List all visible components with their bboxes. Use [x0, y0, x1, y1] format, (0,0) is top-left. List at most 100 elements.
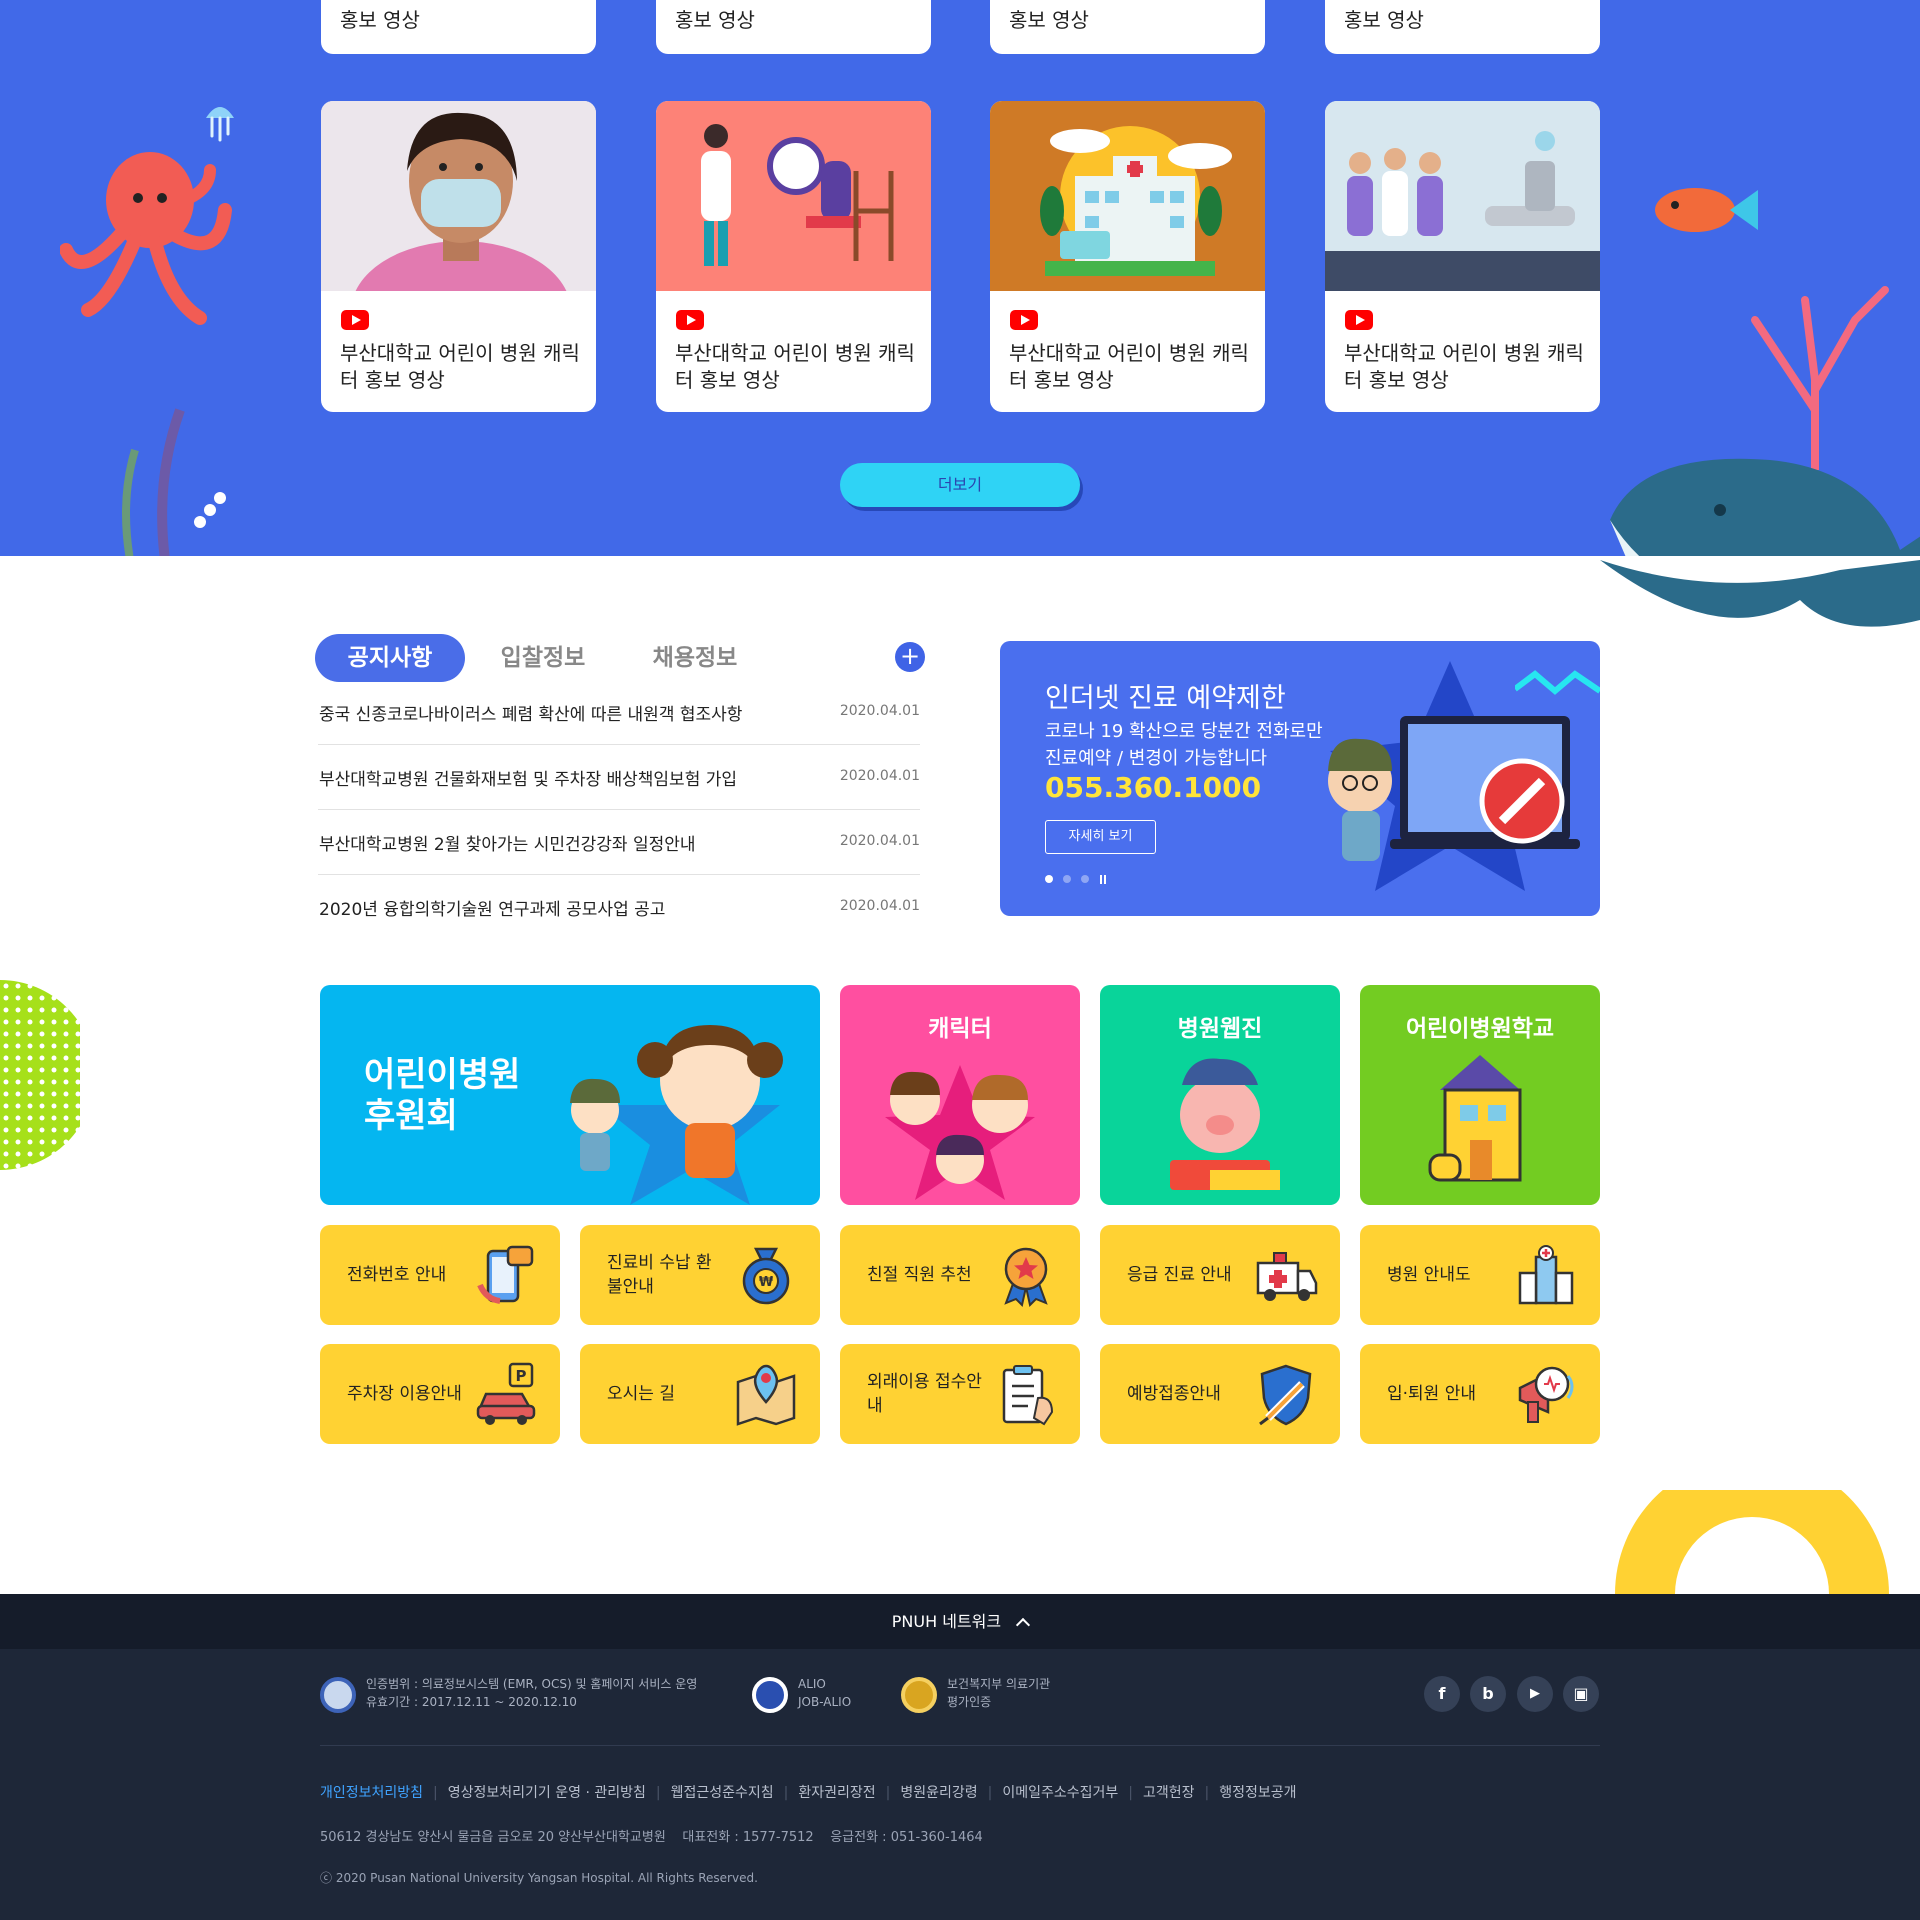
- gold-seal-icon: [901, 1677, 937, 1713]
- youtube-icon: [341, 310, 369, 330]
- pause-icon[interactable]: [1100, 875, 1108, 884]
- banner-desc-line: 진료예약 / 변경이 가능합니다: [1045, 748, 1267, 769]
- ring-decoration: [1615, 1490, 1889, 1594]
- video-card[interactable]: 홍보 영상: [1325, 0, 1600, 54]
- whale-illustration: [1610, 458, 1920, 556]
- privacy-policy-link[interactable]: 개인정보처리방침: [320, 1785, 423, 1801]
- video-card[interactable]: 홍보 영상: [321, 0, 596, 54]
- quick-tile-label: 친절 직원 추천: [867, 1265, 972, 1285]
- footer-copyright: ⓒ 2020 Pusan National University Yangsan…: [320, 1871, 758, 1885]
- sponsor-label-line: 후원회: [364, 1096, 458, 1136]
- cctv-policy-link[interactable]: 영상정보처리기기 운영 · 관리방침: [448, 1785, 646, 1801]
- video-card[interactable]: 홍보 영상: [990, 0, 1265, 54]
- seaweed-illustration: [122, 408, 226, 556]
- cert-text-line: ALIO: [798, 1677, 826, 1691]
- quick-tile-outpatient[interactable]: 외래이용 접수안내: [840, 1344, 1080, 1444]
- video-thumbnail-medical-staff: [1325, 101, 1600, 291]
- video-card-title: 홍보 영상: [1344, 8, 1424, 32]
- ethics-link[interactable]: 병원윤리강령: [900, 1785, 977, 1801]
- accessibility-link[interactable]: 웹접근성준수지침: [671, 1785, 774, 1801]
- ambulance-icon: [1256, 1252, 1318, 1301]
- banner-dot[interactable]: [1045, 875, 1053, 883]
- news-title: 부산대학교병원 건물화재보험 및 주차장 배상책임보험 가입: [319, 770, 738, 790]
- vaccine-shield-icon: [1259, 1364, 1312, 1426]
- video-card[interactable]: 부산대학교 어린이 병원 캐릭터 홍보 영상: [1325, 101, 1600, 412]
- video-card[interactable]: 부산대학교 어린이 병원 캐릭터 홍보 영상: [656, 101, 931, 412]
- video-card[interactable]: 부산대학교 어린이 병원 캐릭터 홍보 영상: [990, 101, 1265, 412]
- tab-bidding[interactable]: 입찰정보: [478, 634, 608, 682]
- quick-tile-parking[interactable]: 주차장 이용안내 P: [320, 1344, 560, 1444]
- patient-rights-link[interactable]: 환자권리장전: [798, 1785, 875, 1801]
- quick-tile-payment[interactable]: 진료비 수납 환불안내 ₩: [580, 1225, 820, 1325]
- banner-description: 코로나 19 확산으로 당분간 전화로만 진료예약 / 변경이 가능합니다: [1045, 718, 1345, 772]
- hospital-building-icon: [1518, 1245, 1574, 1305]
- banner-title: 인더넷 진료 예약제한: [1045, 683, 1286, 714]
- cert-text: 보건복지부 의료기관 평가인증: [947, 1675, 1050, 1711]
- news-more-plus-button[interactable]: +: [895, 642, 925, 672]
- video-card[interactable]: 부산대학교 어린이 병원 캐릭터 홍보 영상: [321, 101, 596, 412]
- footer-divider: [320, 1745, 1600, 1746]
- cert-text-line: 보건복지부 의료기관: [947, 1677, 1051, 1691]
- quick-tile-label: 전화번호 안내: [347, 1265, 447, 1285]
- video-card-title: 홍보 영상: [1009, 8, 1089, 32]
- sponsor-tile[interactable]: 어린이병원 후원회: [320, 985, 820, 1205]
- quick-tile-admission[interactable]: 입·퇴원 안내: [1360, 1344, 1600, 1444]
- network-label: PNUH 네트워크: [891, 1612, 1002, 1631]
- network-toggle-bar[interactable]: PNUH 네트워크: [0, 1594, 1920, 1649]
- news-list-item[interactable]: 중국 신종코로나바이러스 폐렴 확산에 따른 내원객 협조사항 2020.04.…: [318, 680, 920, 745]
- character-tile[interactable]: 캐릭터: [840, 985, 1080, 1205]
- public-info-link[interactable]: 행정정보공개: [1219, 1785, 1296, 1801]
- facebook-icon[interactable]: f: [1424, 1676, 1460, 1712]
- customer-charter-link[interactable]: 고객헌장: [1143, 1785, 1195, 1801]
- video-card-title: 부산대학교 어린이 병원 캐릭터 홍보 영상: [1344, 341, 1584, 392]
- news-title: 2020년 융합의학기술원 연구과제 공모사업 공고: [319, 900, 666, 920]
- map-pin-icon: [736, 1364, 796, 1426]
- post-icon[interactable]: ▣: [1563, 1676, 1599, 1712]
- whale-tail-decoration: [1600, 560, 1920, 627]
- news-list: 중국 신종코로나바이러스 폐렴 확산에 따른 내원객 협조사항 2020.04.…: [318, 680, 920, 940]
- banner-dot[interactable]: [1063, 875, 1071, 883]
- video-card[interactable]: 홍보 영상: [656, 0, 931, 54]
- cert-text: ALIO JOB-ALIO: [798, 1675, 851, 1711]
- video-thumbnail-masked-woman: [321, 101, 596, 291]
- link-separator: |: [987, 1785, 993, 1801]
- quick-tile-label: 주차장 이용안내: [347, 1384, 462, 1404]
- youtube-icon[interactable]: ▶: [1517, 1676, 1553, 1712]
- quick-tile-recommend[interactable]: 친절 직원 추천: [840, 1225, 1080, 1325]
- news-list-item[interactable]: 부산대학교병원 2월 찾아가는 시민건강강좌 일정안내 2020.04.01: [318, 810, 920, 875]
- link-separator: |: [1128, 1785, 1134, 1801]
- video-card-title: 홍보 영상: [340, 8, 420, 32]
- quick-tile-map[interactable]: 병원 안내도: [1360, 1225, 1600, 1325]
- video-thumbnail-doctor-examination: [656, 101, 931, 291]
- video-card-title: 부산대학교 어린이 병원 캐릭터 홍보 영상: [675, 341, 915, 392]
- school-tile[interactable]: 어린이병원학교: [1360, 985, 1600, 1205]
- link-separator: |: [885, 1785, 891, 1801]
- character-label: 캐릭터: [928, 1016, 992, 1042]
- banner-dot[interactable]: [1081, 875, 1089, 883]
- quick-tile-directions[interactable]: 오시는 길: [580, 1344, 820, 1444]
- youtube-icon: [676, 310, 704, 330]
- quick-tile-phone[interactable]: 전화번호 안내: [320, 1225, 560, 1325]
- webzine-tile[interactable]: 병원웹진: [1100, 985, 1340, 1205]
- blog-icon[interactable]: b: [1470, 1676, 1506, 1712]
- sponsor-label: 어린이병원 후원회: [364, 1055, 520, 1137]
- news-list-item[interactable]: 2020년 융합의학기술원 연구과제 공모사업 공고 2020.04.01: [318, 875, 920, 940]
- jellyfish-illustration: [206, 107, 234, 142]
- link-separator: |: [783, 1785, 789, 1801]
- news-list-item[interactable]: 부산대학교병원 건물화재보험 및 주차장 배상책임보험 가입 2020.04.0…: [318, 745, 920, 810]
- school-illustration: [1428, 1055, 1522, 1182]
- more-button[interactable]: 더보기: [840, 463, 1080, 507]
- email-refusal-link[interactable]: 이메일주소수집거부: [1002, 1785, 1118, 1801]
- reservation-banner: 인더넷 진료 예약제한 코로나 19 확산으로 당분간 전화로만 진료예약 / …: [1000, 641, 1600, 916]
- webzine-label: 병원웹진: [1177, 1016, 1263, 1042]
- news-date: 2020.04.01: [839, 768, 920, 784]
- octopus-illustration: [60, 152, 232, 325]
- tab-notice[interactable]: 공지사항: [315, 634, 465, 682]
- tab-recruitment[interactable]: 채용정보: [630, 634, 760, 682]
- alio-logo-icon: [752, 1677, 788, 1713]
- character-illustration: [885, 1065, 1035, 1200]
- banner-detail-button[interactable]: 자세히 보기: [1045, 820, 1156, 854]
- quick-tile-emergency[interactable]: 응급 진료 안내: [1100, 1225, 1340, 1325]
- quick-tile-vaccination[interactable]: 예방접종안내: [1100, 1344, 1340, 1444]
- megaphone-icon: [1518, 1366, 1574, 1423]
